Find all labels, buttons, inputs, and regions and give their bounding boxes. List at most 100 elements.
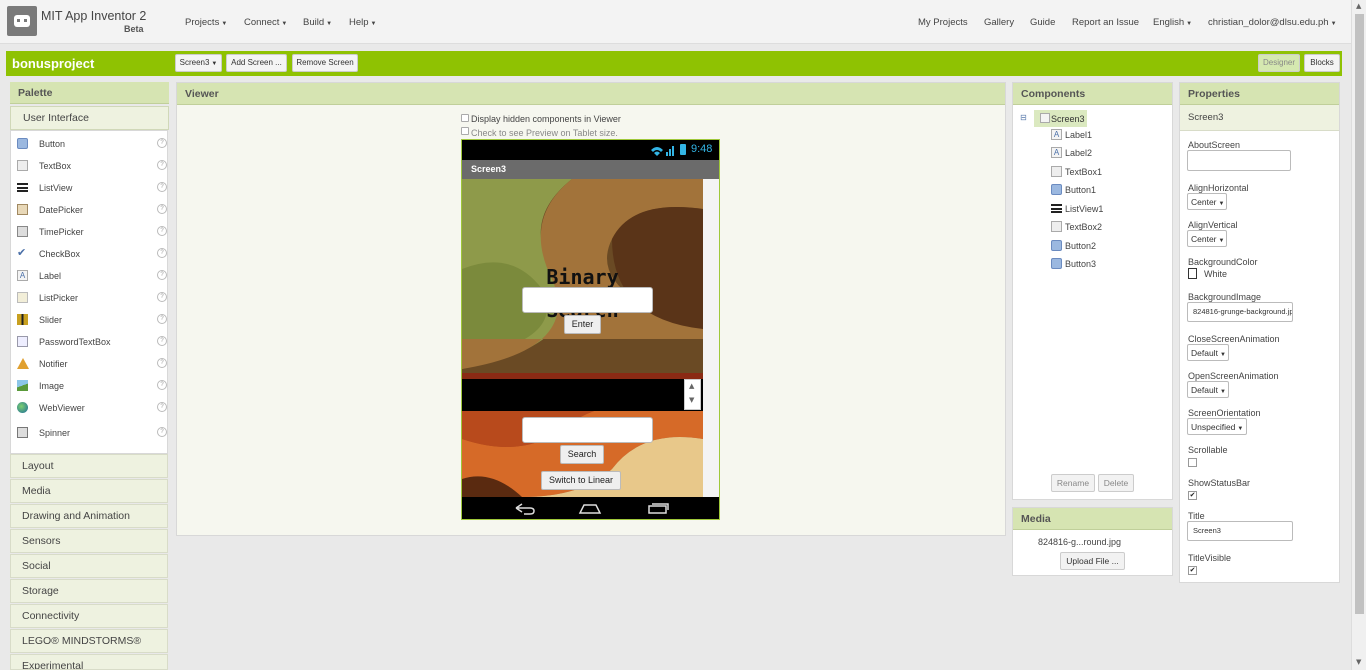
background-image-field[interactable]: 824816-grunge-background.jp xyxy=(1187,302,1293,322)
help-icon[interactable]: ? xyxy=(157,248,167,258)
help-icon[interactable]: ? xyxy=(157,160,167,170)
palette-category-media[interactable]: Media xyxy=(10,479,168,503)
show-status-bar-checkbox[interactable]: ✔ xyxy=(1188,491,1197,500)
menu-connect[interactable]: Connect ▼ xyxy=(244,17,287,28)
timepicker-icon xyxy=(17,226,28,237)
help-icon[interactable]: ? xyxy=(157,427,167,437)
help-icon[interactable]: ? xyxy=(157,314,167,324)
tablet-preview-checkbox[interactable] xyxy=(461,127,469,135)
add-screen-button[interactable]: Add Screen ... xyxy=(226,54,287,72)
hidden-components-checkbox[interactable] xyxy=(461,114,469,122)
palette-item-image[interactable]: Image? xyxy=(15,378,167,396)
palette-category-social[interactable]: Social xyxy=(10,554,168,578)
label-icon: A xyxy=(17,270,28,281)
textbox1-preview[interactable] xyxy=(522,287,653,313)
properties-panel: Properties Screen3 AboutScreen AlignHori… xyxy=(1179,82,1340,583)
palette-item-button[interactable]: Button? xyxy=(15,136,167,154)
phone-status-bar: 9:48 xyxy=(462,140,719,160)
palette-item-textbox[interactable]: TextBox? xyxy=(15,158,167,176)
background-color-value[interactable]: White xyxy=(1204,269,1227,279)
enter-button-preview[interactable]: Enter xyxy=(564,315,601,334)
gallery-link[interactable]: Gallery xyxy=(984,17,1014,28)
help-icon[interactable]: ? xyxy=(157,336,167,346)
search-button-preview[interactable]: Search xyxy=(560,445,604,464)
upload-file-button[interactable]: Upload File ... xyxy=(1060,552,1125,570)
help-icon[interactable]: ? xyxy=(157,292,167,302)
palette-section-user-interface[interactable]: User Interface xyxy=(10,106,169,130)
scroll-up-icon[interactable]: ▲ xyxy=(689,382,694,390)
palette-category-connectivity[interactable]: Connectivity xyxy=(10,604,168,628)
listview-scroll-control[interactable]: ▲ ▼ xyxy=(684,379,701,410)
palette-category-lego[interactable]: LEGO® MINDSTORMS® xyxy=(10,629,168,653)
open-animation-label: OpenScreenAnimation xyxy=(1188,371,1279,381)
help-icon[interactable]: ? xyxy=(157,226,167,236)
palette-item-timepicker[interactable]: TimePicker? xyxy=(15,224,167,242)
help-icon[interactable]: ? xyxy=(157,402,167,412)
menu-build[interactable]: Build ▼ xyxy=(303,17,332,28)
guide-link[interactable]: Guide xyxy=(1030,17,1055,28)
help-icon[interactable]: ? xyxy=(157,138,167,148)
palette-category-drawing-animation[interactable]: Drawing and Animation xyxy=(10,504,168,528)
palette-item-listpicker[interactable]: ListPicker? xyxy=(15,290,167,308)
remove-screen-button[interactable]: Remove Screen xyxy=(292,54,358,72)
palette-item-passwordtextbox[interactable]: PasswordTextBox? xyxy=(15,334,167,352)
scrollbar-thumb[interactable] xyxy=(1355,14,1364,614)
close-animation-dropdown[interactable]: Default ▼ xyxy=(1187,344,1229,361)
palette-item-notifier[interactable]: Notifier? xyxy=(15,356,167,374)
help-icon[interactable]: ? xyxy=(157,270,167,280)
menu-projects[interactable]: Projects ▼ xyxy=(185,17,227,28)
language-menu[interactable]: English ▼ xyxy=(1153,17,1192,28)
report-issue-link[interactable]: Report an Issue xyxy=(1072,17,1139,28)
help-icon[interactable]: ? xyxy=(157,182,167,192)
page-scrollbar[interactable]: ▲ ▼ xyxy=(1351,0,1366,670)
scroll-up-icon[interactable]: ▲ xyxy=(1356,2,1361,10)
menu-help[interactable]: Help ▼ xyxy=(349,17,377,28)
palette-category-sensors[interactable]: Sensors xyxy=(10,529,168,553)
screen-select-dropdown[interactable]: Screen3 ▼ xyxy=(175,54,222,72)
screen-orientation-dropdown[interactable]: Unspecified ▼ xyxy=(1187,418,1247,435)
palette-item-listview[interactable]: ListView? xyxy=(15,180,167,198)
tree-root-screen3[interactable]: Screen3 xyxy=(1034,110,1087,127)
help-icon[interactable]: ? xyxy=(157,204,167,214)
palette-item-label[interactable]: A Label? xyxy=(15,268,167,286)
recent-apps-icon[interactable] xyxy=(646,501,670,514)
rename-button[interactable]: Rename xyxy=(1051,474,1095,492)
switch-linear-button-preview[interactable]: Switch to Linear xyxy=(541,471,621,490)
back-icon[interactable] xyxy=(512,502,536,515)
align-vertical-label: AlignVertical xyxy=(1188,220,1238,230)
components-panel: Components xyxy=(1012,82,1173,500)
scroll-down-icon[interactable]: ▼ xyxy=(1356,658,1361,666)
palette-category-layout[interactable]: Layout xyxy=(10,454,168,478)
home-icon[interactable] xyxy=(578,502,602,515)
blocks-button[interactable]: Blocks xyxy=(1304,54,1340,72)
app-inventor-logo-icon[interactable] xyxy=(7,6,37,36)
designer-button[interactable]: Designer xyxy=(1258,54,1300,72)
palette-item-slider[interactable]: Slider? xyxy=(15,312,167,330)
delete-button[interactable]: Delete xyxy=(1098,474,1134,492)
align-vertical-dropdown[interactable]: Center ▼ xyxy=(1187,230,1227,247)
button-icon xyxy=(1051,258,1062,269)
align-horizontal-dropdown[interactable]: Center ▼ xyxy=(1187,193,1227,210)
scroll-down-icon[interactable]: ▼ xyxy=(689,396,694,404)
media-file-item[interactable]: 824816-g...round.jpg xyxy=(1038,537,1121,547)
title-visible-checkbox[interactable]: ✔ xyxy=(1188,566,1197,575)
textbox2-preview[interactable] xyxy=(522,417,653,443)
collapse-tree-icon[interactable]: ⊟ xyxy=(1020,113,1027,122)
help-icon[interactable]: ? xyxy=(157,380,167,390)
palette-item-spinner[interactable]: Spinner? xyxy=(15,425,167,443)
scrollable-checkbox[interactable] xyxy=(1188,458,1197,467)
title-field[interactable]: Screen3 xyxy=(1187,521,1293,541)
help-icon[interactable]: ? xyxy=(157,358,167,368)
palette-item-webviewer[interactable]: WebViewer? xyxy=(15,400,167,418)
color-swatch[interactable] xyxy=(1188,268,1197,279)
listview1-preview[interactable] xyxy=(462,379,703,411)
palette-category-storage[interactable]: Storage xyxy=(10,579,168,603)
about-screen-textarea[interactable] xyxy=(1187,150,1291,171)
open-animation-dropdown[interactable]: Default ▼ xyxy=(1187,381,1229,398)
palette-item-datepicker[interactable]: DatePicker? xyxy=(15,202,167,220)
label-icon: A xyxy=(1051,147,1062,158)
palette-category-experimental[interactable]: Experimental xyxy=(10,654,168,670)
palette-item-checkbox[interactable]: ✔ CheckBox? xyxy=(15,246,167,264)
my-projects-link[interactable]: My Projects xyxy=(918,17,968,28)
user-menu[interactable]: christian_dolor@dlsu.edu.ph ▼ xyxy=(1208,17,1337,28)
